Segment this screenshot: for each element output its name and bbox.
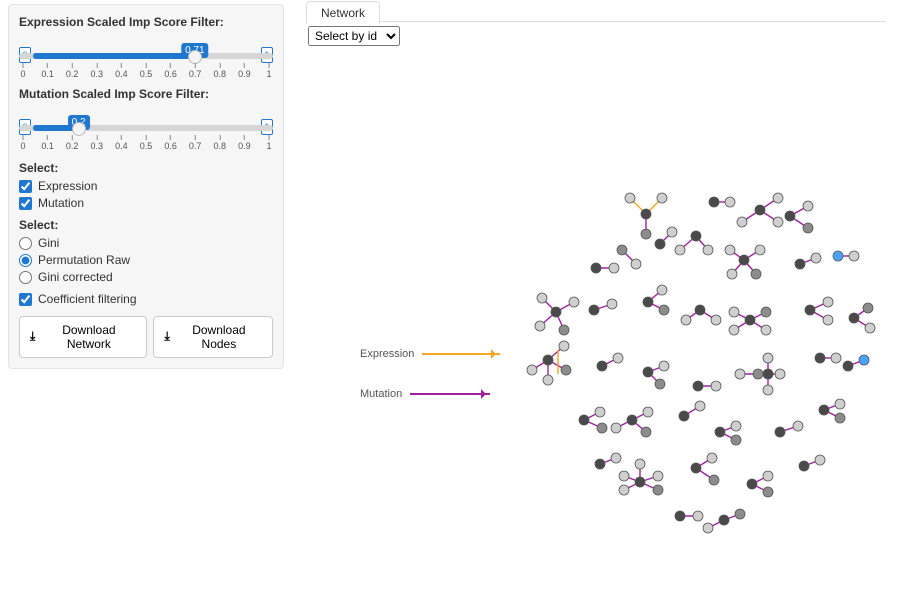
checkbox-mutation[interactable]: Mutation (19, 196, 273, 210)
tab-bar: Network (306, 0, 886, 22)
download-nodes-button[interactable]: ⤓ Download Nodes (153, 316, 273, 358)
radio-permutation-raw[interactable]: Permutation Raw (19, 253, 273, 267)
checkbox-label: Expression (38, 179, 97, 193)
download-icon: ⤓ (30, 329, 35, 344)
select-metric-label: Select: (19, 218, 273, 232)
radio-input[interactable] (19, 271, 32, 284)
checkbox-input[interactable] (19, 180, 32, 193)
checkbox-label: Coefficient filtering (38, 292, 137, 306)
checkbox-coef-filter[interactable]: Coefficient filtering (19, 292, 273, 306)
slider-ticks: 00.10.20.30.40.50.60.70.80.91 (23, 135, 269, 151)
download-network-button[interactable]: ⤓ Download Network (19, 316, 147, 358)
checkbox-label: Mutation (38, 196, 84, 210)
radio-label: Gini corrected (38, 270, 113, 284)
slider-thumb[interactable] (188, 50, 202, 64)
select-by-id[interactable]: Select by id (308, 26, 400, 46)
button-label: Download Network (41, 323, 136, 351)
expr-filter-slider[interactable]: 0 1 0.71 00.10.20.30.40.50.60.70.80.91 (19, 33, 273, 81)
mut-filter-label: Mutation Scaled Imp Score Filter: (19, 87, 273, 101)
radio-input[interactable] (19, 254, 32, 267)
network-canvas[interactable] (300, 50, 908, 600)
expr-filter-label: Expression Scaled Imp Score Filter: (19, 15, 273, 29)
controls-panel: Expression Scaled Imp Score Filter: 0 1 … (8, 4, 284, 369)
radio-gini[interactable]: Gini (19, 236, 273, 250)
select-types-label: Select: (19, 161, 273, 175)
checkbox-expression[interactable]: Expression (19, 179, 273, 193)
tab-network[interactable]: Network (306, 1, 380, 24)
slider-fill (33, 53, 195, 59)
main-panel: Network Select by id Expression Mutation (300, 0, 908, 600)
slider-thumb[interactable] (72, 122, 86, 136)
network-svg[interactable] (300, 50, 908, 600)
radio-label: Permutation Raw (38, 253, 130, 267)
radio-label: Gini (38, 236, 59, 250)
button-label: Download Nodes (176, 323, 262, 351)
radio-gini-corrected[interactable]: Gini corrected (19, 270, 273, 284)
radio-input[interactable] (19, 237, 32, 250)
mut-filter-slider[interactable]: 0 1 0.2 00.10.20.30.40.50.60.70.80.91 (19, 105, 273, 153)
download-icon: ⤓ (164, 329, 169, 344)
checkbox-input[interactable] (19, 293, 32, 306)
checkbox-input[interactable] (19, 197, 32, 210)
slider-ticks: 00.10.20.30.40.50.60.70.80.91 (23, 63, 269, 79)
